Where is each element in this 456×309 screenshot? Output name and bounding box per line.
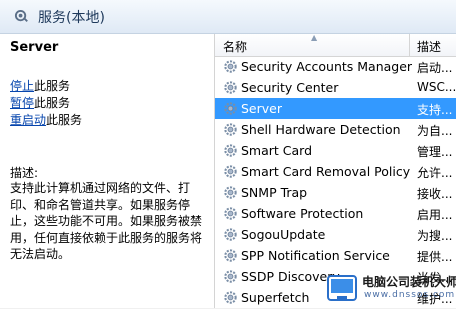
service-gear-icon: [223, 59, 238, 74]
service-gear-icon: [223, 290, 238, 305]
service-name: Smart Card: [241, 143, 313, 158]
description-label: 描述:: [10, 166, 39, 180]
watermark-url: www.dnssos.com: [364, 290, 456, 300]
service-name: SogouUpdate: [241, 227, 326, 242]
watermark: 电脑公司装机大师 www.dnssos.com: [326, 270, 456, 308]
service-row[interactable]: SPP Notification Service 提供...: [215, 245, 456, 266]
service-name: Shell Hardware Detection: [241, 122, 401, 137]
service-gear-icon: [223, 227, 238, 242]
pause-action: 暂停此服务: [10, 95, 70, 111]
service-name: Server: [241, 101, 282, 116]
service-name: SSDP Discovery: [241, 269, 340, 284]
service-name: Smart Card Removal Policy: [241, 164, 411, 179]
service-description: 提供...: [417, 250, 453, 264]
service-name: SPP Notification Service: [241, 248, 390, 263]
service-gear-icon: [223, 269, 238, 284]
service-gear-icon: [223, 185, 238, 200]
stop-suffix: 此服务: [34, 79, 71, 93]
service-row[interactable]: SogouUpdate 为搜...: [215, 224, 456, 245]
column-description-header[interactable]: 描述: [417, 38, 441, 55]
service-gear-icon: [223, 248, 238, 263]
stop-action: 停止此服务: [10, 78, 70, 94]
service-row[interactable]: SNMP Trap 接收...: [215, 182, 456, 203]
column-name-header[interactable]: 名称: [223, 38, 247, 55]
stop-service-link[interactable]: 停止: [10, 79, 34, 93]
restart-service-link[interactable]: 重启动: [10, 113, 46, 127]
service-row[interactable]: Shell Hardware Detection 为自...: [215, 119, 456, 140]
service-row[interactable]: Server 支持...: [215, 98, 456, 119]
pause-service-link[interactable]: 暂停: [10, 96, 34, 110]
service-gear-icon: [223, 101, 238, 116]
header-title: 服务(本地): [38, 10, 105, 26]
service-gear-icon: [223, 80, 238, 95]
service-gear-icon: [223, 122, 238, 137]
watermark-text: 电脑公司装机大师: [362, 275, 456, 289]
service-description: WSC...: [417, 80, 456, 94]
service-name: SNMP Trap: [241, 185, 308, 200]
service-description: 启用...: [417, 208, 453, 222]
selected-service-name: Server: [10, 40, 59, 55]
service-description: 允许...: [417, 166, 453, 180]
service-description: 接收...: [417, 187, 453, 201]
service-row[interactable]: Security Center WSC...: [215, 77, 456, 98]
service-description: 为搜...: [417, 229, 453, 243]
column-divider[interactable]: [409, 34, 410, 56]
service-gear-icon: [223, 143, 238, 158]
service-name: Security Center: [241, 80, 339, 95]
services-list: ▲ 名称 描述 Security Accounts Manager 启动... Se…: [214, 33, 456, 308]
description-pane: Server 停止此服务 暂停此服务 重启动此服务 描述: 支持此计算机通过网络…: [0, 34, 214, 308]
service-description: 启动...: [417, 61, 453, 75]
service-row[interactable]: Software Protection 启用...: [215, 203, 456, 224]
service-gear-icon: [223, 206, 238, 221]
service-name: Superfetch: [241, 290, 310, 305]
restart-suffix: 此服务: [46, 113, 83, 127]
service-row[interactable]: Smart Card 管理...: [215, 140, 456, 161]
pause-suffix: 此服务: [34, 96, 71, 110]
services-gear-icon: [14, 9, 28, 22]
console-header: 服务(本地): [0, 0, 456, 34]
service-gear-icon: [223, 164, 238, 179]
column-header: ▲ 名称 描述: [215, 33, 456, 57]
restart-action: 重启动此服务: [10, 112, 82, 128]
sort-ascending-icon: ▲: [311, 33, 318, 42]
service-description: 管理...: [417, 145, 453, 159]
watermark-logo-icon: [327, 275, 357, 301]
service-name: Security Accounts Manager: [241, 59, 413, 74]
service-row[interactable]: Security Accounts Manager 启动...: [215, 56, 456, 77]
service-description: 支持...: [417, 103, 453, 117]
service-row[interactable]: Smart Card Removal Policy 允许...: [215, 161, 456, 182]
service-name: Software Protection: [241, 206, 364, 221]
service-description: 为自...: [417, 124, 453, 138]
description-text: 支持此计算机通过网络的文件、打印、和命名管道共享。如果服务停止，这些功能不可用。…: [10, 181, 203, 261]
